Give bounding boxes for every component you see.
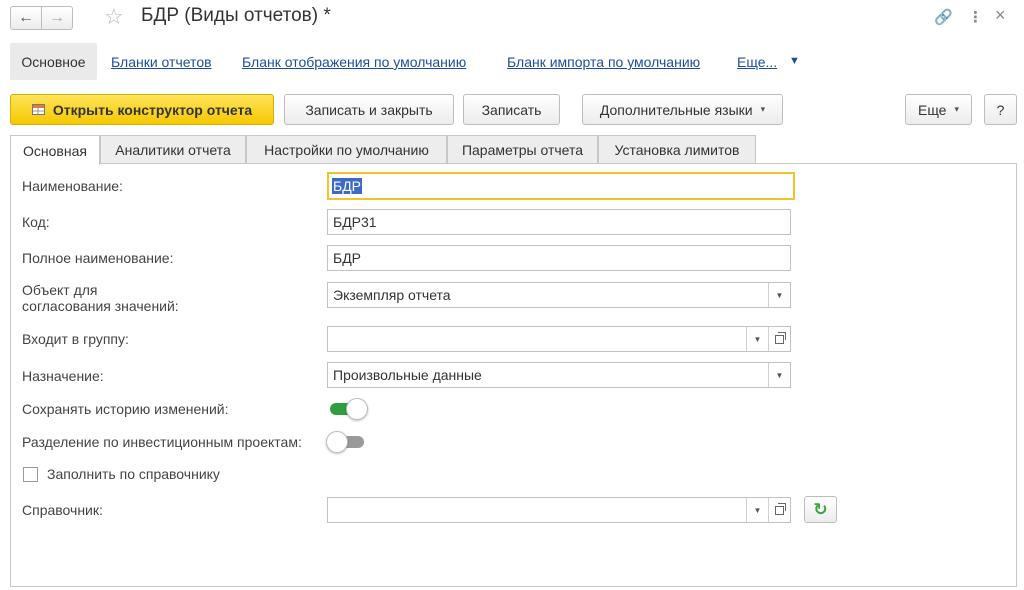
dropdown-arrow-icon[interactable]: ▼ (746, 327, 768, 351)
code-field[interactable]: БДР31 (327, 209, 791, 235)
name-label: Наименование: (22, 178, 123, 194)
object-label-line2: согласования значений: (22, 298, 179, 314)
report-grid-icon (31, 104, 45, 115)
catalog-label: Справочник: (22, 502, 103, 518)
tab-limits[interactable]: Установка лимитов (598, 135, 756, 164)
open-icon[interactable] (768, 327, 790, 351)
tab-analytics[interactable]: Аналитики отчета (100, 135, 246, 164)
fullname-label: Полное наименование: (22, 250, 174, 266)
refresh-icon: ↻ (813, 499, 828, 519)
forward-button[interactable]: → (41, 6, 73, 30)
languages-button[interactable]: Дополнительные языки ▾ (582, 94, 783, 125)
tab-main[interactable]: Основная (10, 135, 100, 165)
chevron-down-icon: ▾ (954, 104, 960, 114)
fullname-value: БДР (333, 250, 362, 266)
catalog-field[interactable]: ▼ (327, 497, 791, 523)
link-report-forms[interactable]: Бланки отчетов (111, 54, 212, 70)
tab-report-parameters[interactable]: Параметры отчета (447, 135, 598, 164)
dropdown-arrow-icon[interactable]: ▼ (746, 498, 768, 522)
help-button[interactable]: ? (984, 94, 1017, 125)
more-button[interactable]: Еще ▾ (905, 94, 972, 125)
save-button[interactable]: Записать (463, 94, 560, 125)
name-value: БДР (332, 178, 363, 194)
linkbar-main[interactable]: Основное (10, 43, 97, 80)
dropdown-arrow-icon[interactable]: ▼ (768, 283, 790, 307)
fullname-field[interactable]: БДР (327, 245, 791, 271)
link-default-import-form[interactable]: Бланк импорта по умолчанию (507, 54, 700, 70)
fill-checkbox[interactable] (23, 467, 38, 482)
code-label: Код: (22, 214, 50, 230)
open-constructor-button[interactable]: Открыть конструктор отчета (10, 94, 274, 125)
more-label: Еще (917, 101, 947, 118)
link-icon[interactable]: 🔗 (934, 8, 953, 26)
history-toggle[interactable] (328, 398, 368, 420)
dropdown-arrow-icon[interactable]: ▼ (768, 363, 790, 387)
object-label-line1: Объект для (22, 282, 98, 298)
back-button[interactable]: ← (10, 6, 42, 30)
group-field[interactable]: ▼ (327, 326, 791, 352)
more-arrow-icon[interactable]: ▼ (789, 55, 800, 67)
arrow-right-icon: → (49, 9, 65, 26)
arrow-left-icon: ← (18, 9, 34, 26)
window-title: БДР (Виды отчетов) * (141, 5, 331, 26)
refresh-button[interactable]: ↻ (804, 496, 837, 523)
save-close-button[interactable]: Записать и закрыть (284, 94, 454, 125)
purpose-select[interactable]: Произвольные данные ▼ (327, 362, 791, 388)
code-value: БДР31 (333, 214, 377, 230)
favorite-star-icon[interactable]: ☆ (104, 4, 124, 30)
open-icon[interactable] (768, 498, 790, 522)
fill-label: Заполнить по справочнику (47, 466, 220, 482)
object-select[interactable]: Экземпляр отчета ▼ (327, 282, 791, 308)
link-default-display-form[interactable]: Бланк отображения по умолчанию (242, 54, 466, 70)
invest-toggle[interactable] (326, 431, 366, 453)
more-vertical-icon[interactable]: ⋮ (968, 8, 983, 26)
history-label: Сохранять историю изменений: (22, 401, 229, 417)
group-label: Входит в группу: (22, 331, 129, 347)
invest-label: Разделение по инвестиционным проектам: (22, 434, 302, 450)
open-constructor-label: Открыть конструктор отчета (52, 101, 253, 118)
purpose-label: Назначение: (22, 368, 104, 384)
chevron-down-icon: ▾ (760, 104, 766, 114)
close-icon[interactable]: × (995, 5, 1006, 26)
languages-label: Дополнительные языки (599, 101, 753, 118)
name-field[interactable]: БДР (327, 172, 795, 200)
purpose-value: Произвольные данные (333, 367, 482, 383)
object-value: Экземпляр отчета (333, 287, 451, 303)
link-more[interactable]: Еще... (737, 54, 777, 70)
tab-default-settings[interactable]: Настройки по умолчанию (246, 135, 447, 164)
